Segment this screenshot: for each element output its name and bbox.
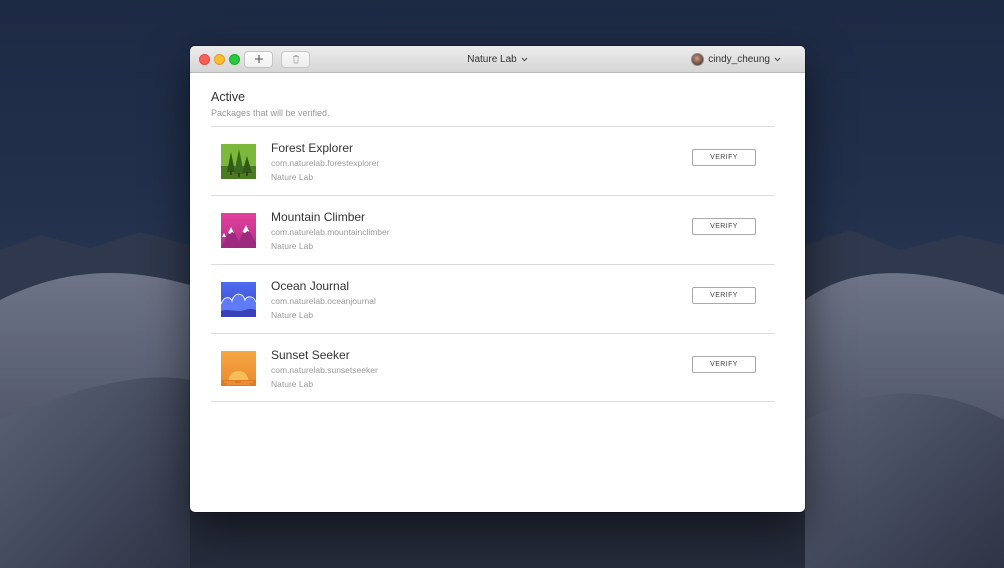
chevron-down-icon <box>774 54 781 65</box>
maximize-window-button[interactable] <box>229 54 240 65</box>
package-row-mountain-climber: Mountain Climber com.naturelab.mountainc… <box>211 196 775 264</box>
package-organization: Nature Lab <box>271 241 314 251</box>
package-name: Ocean Journal <box>271 279 350 293</box>
add-package-button[interactable] <box>244 51 273 68</box>
minimize-window-button[interactable] <box>214 54 225 65</box>
project-selector[interactable]: Nature Lab <box>428 46 568 73</box>
package-organization: Nature Lab <box>271 172 314 182</box>
forest-icon <box>221 144 256 179</box>
verify-button[interactable]: VERIFY <box>692 149 756 166</box>
section-subtitle: Packages that will be verified. <box>211 108 330 118</box>
title-bar: Nature Lab cindy_cheung <box>190 46 805 73</box>
package-bundle-id: com.naturelab.oceanjournal <box>271 296 376 306</box>
sunset-icon <box>221 351 256 386</box>
verify-button[interactable]: VERIFY <box>692 287 756 304</box>
mountain-icon <box>221 213 256 248</box>
project-name: Nature Lab <box>467 54 517 65</box>
user-name: cindy_cheung <box>708 54 770 65</box>
plus-icon <box>254 51 264 69</box>
package-name: Mountain Climber <box>271 210 366 224</box>
user-menu[interactable]: cindy_cheung <box>691 46 781 73</box>
section-title: Active <box>211 90 246 104</box>
ocean-icon <box>221 282 256 317</box>
package-row-forest-explorer: Forest Explorer com.naturelab.forestexpl… <box>211 127 775 195</box>
verify-button[interactable]: VERIFY <box>692 356 756 373</box>
package-row-sunset-seeker: Sunset Seeker com.naturelab.sunsetseeker… <box>211 334 775 402</box>
app-window: Nature Lab cindy_cheung Active Packages … <box>190 46 805 512</box>
close-window-button[interactable] <box>199 54 210 65</box>
package-organization: Nature Lab <box>271 310 314 320</box>
delete-package-button[interactable] <box>281 51 310 68</box>
package-name: Forest Explorer <box>271 141 354 155</box>
verify-button[interactable]: VERIFY <box>692 218 756 235</box>
trash-icon <box>291 51 301 69</box>
package-organization: Nature Lab <box>271 379 314 389</box>
package-bundle-id: com.naturelab.forestexplorer <box>271 158 380 168</box>
divider <box>211 401 775 402</box>
package-bundle-id: com.naturelab.mountainclimber <box>271 227 390 237</box>
package-row-ocean-journal: Ocean Journal com.naturelab.oceanjournal… <box>211 265 775 333</box>
chevron-down-icon <box>521 54 528 65</box>
avatar <box>691 53 705 66</box>
package-name: Sunset Seeker <box>271 348 350 362</box>
package-bundle-id: com.naturelab.sunsetseeker <box>271 365 378 375</box>
